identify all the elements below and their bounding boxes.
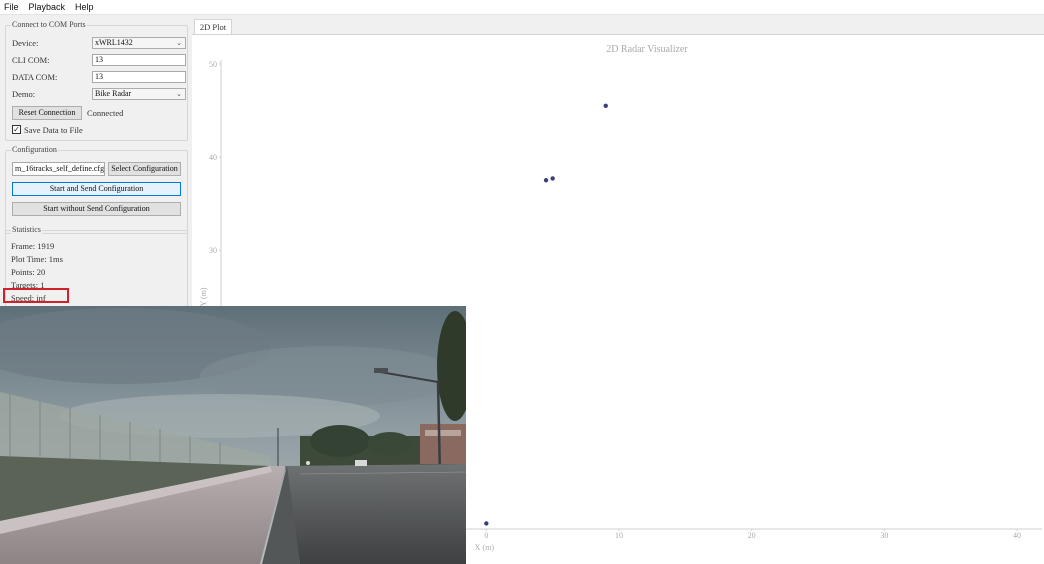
- com-ports-title: Connect to COM Ports: [11, 20, 87, 29]
- connection-status: Connected: [87, 108, 124, 118]
- menu-bar: File Playback Help: [0, 0, 1044, 15]
- configuration-title: Configuration: [11, 145, 58, 154]
- radar-point: [550, 176, 555, 181]
- x-tick-label: 10: [615, 531, 623, 540]
- menu-help[interactable]: Help: [75, 2, 94, 12]
- save-data-checkbox[interactable]: ✓: [12, 125, 21, 134]
- start-send-configuration-button[interactable]: Start and Send Configuration: [12, 182, 181, 196]
- radar-point: [603, 103, 608, 109]
- y-axis-label: Y (m): [199, 287, 208, 306]
- select-configuration-button[interactable]: Select Configuration: [108, 162, 181, 176]
- data-com-input[interactable]: 13: [92, 71, 186, 83]
- device-select[interactable]: xWRL1432 ⌄: [92, 37, 186, 49]
- radar-point: [484, 521, 489, 526]
- data-com-label: DATA COM:: [12, 72, 58, 82]
- x-tick-label: 30: [880, 531, 888, 540]
- statistics-title: Statistics: [11, 225, 42, 234]
- street-camera-image: [0, 306, 466, 564]
- demo-select[interactable]: Bike Radar ⌄: [92, 88, 186, 100]
- chevron-down-icon: ⌄: [176, 39, 182, 47]
- x-axis-label: X (m): [475, 543, 495, 552]
- configuration-group: Configuration m_16tracks_self_define.cfg…: [5, 145, 188, 234]
- reset-connection-button[interactable]: Reset Connection: [12, 106, 82, 120]
- cli-com-label: CLI COM:: [12, 55, 50, 65]
- y-tick-label: 30: [209, 246, 217, 255]
- device-value: xWRL1432: [95, 38, 133, 47]
- menu-playback[interactable]: Playback: [29, 2, 66, 12]
- chart-title: 2D Radar Visualizer: [606, 44, 688, 55]
- save-data-label: Save Data to File: [24, 125, 83, 135]
- stat-frame: Frame: 1919: [11, 241, 55, 251]
- stat-points: Points: 20: [11, 267, 46, 277]
- x-tick-label: 20: [748, 531, 756, 540]
- checkmark-icon: ✓: [13, 125, 20, 134]
- stat-plot-time: Plot Time: 1ms: [11, 254, 63, 264]
- menu-file[interactable]: File: [4, 2, 19, 12]
- config-file-input[interactable]: m_16tracks_self_define.cfg: [12, 162, 105, 176]
- com-ports-group: Connect to COM Ports Device: xWRL1432 ⌄ …: [5, 20, 188, 141]
- demo-value: Bike Radar: [95, 89, 132, 98]
- speed-highlight-box: [3, 288, 69, 303]
- x-tick-label: 40: [1013, 531, 1021, 540]
- chevron-down-icon: ⌄: [176, 90, 182, 98]
- start-without-send-button[interactable]: Start without Send Configuration: [12, 202, 181, 216]
- y-tick-label: 40: [209, 153, 217, 162]
- x-tick-label: 0: [484, 531, 488, 540]
- radar-point: [543, 178, 549, 183]
- tab-2d-plot[interactable]: 2D Plot: [194, 19, 232, 34]
- camera-feed: [0, 306, 466, 564]
- y-tick-label: 50: [209, 60, 217, 69]
- cli-com-input[interactable]: 13: [92, 54, 186, 66]
- demo-label: Demo:: [12, 89, 36, 99]
- device-label: Device:: [12, 38, 39, 48]
